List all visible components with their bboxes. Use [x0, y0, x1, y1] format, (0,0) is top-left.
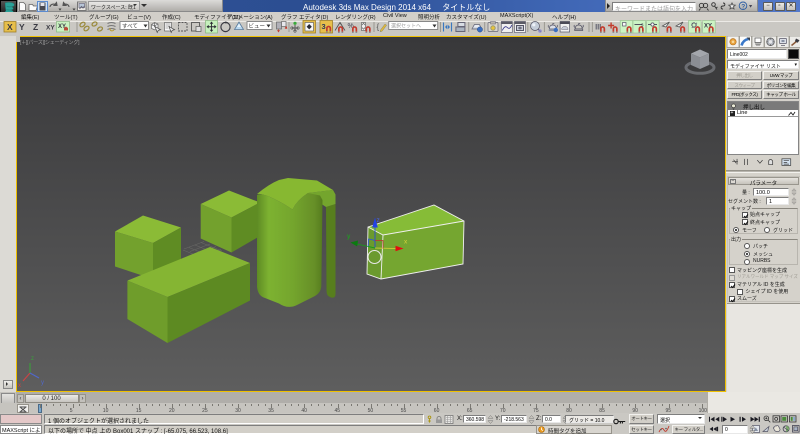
svg-text:Y: Y	[19, 22, 25, 32]
svg-text:?: ?	[741, 3, 745, 10]
svg-text:X: X	[7, 22, 13, 32]
svg-text:y: y	[347, 233, 351, 240]
svg-text:すべて: すべて	[122, 23, 138, 30]
svg-text:x: x	[18, 383, 21, 389]
svg-text:z: z	[377, 217, 380, 224]
svg-text:z: z	[31, 356, 34, 362]
svg-text:3: 3	[322, 22, 326, 31]
svg-text:{: {	[377, 23, 380, 32]
svg-text:選択セットへ: 選択セットへ	[391, 23, 421, 30]
svg-text:XY: XY	[46, 25, 55, 32]
svg-text:ビュー: ビュー	[249, 22, 266, 30]
svg-text:y: y	[41, 380, 44, 386]
svg-text:Z: Z	[33, 22, 38, 32]
